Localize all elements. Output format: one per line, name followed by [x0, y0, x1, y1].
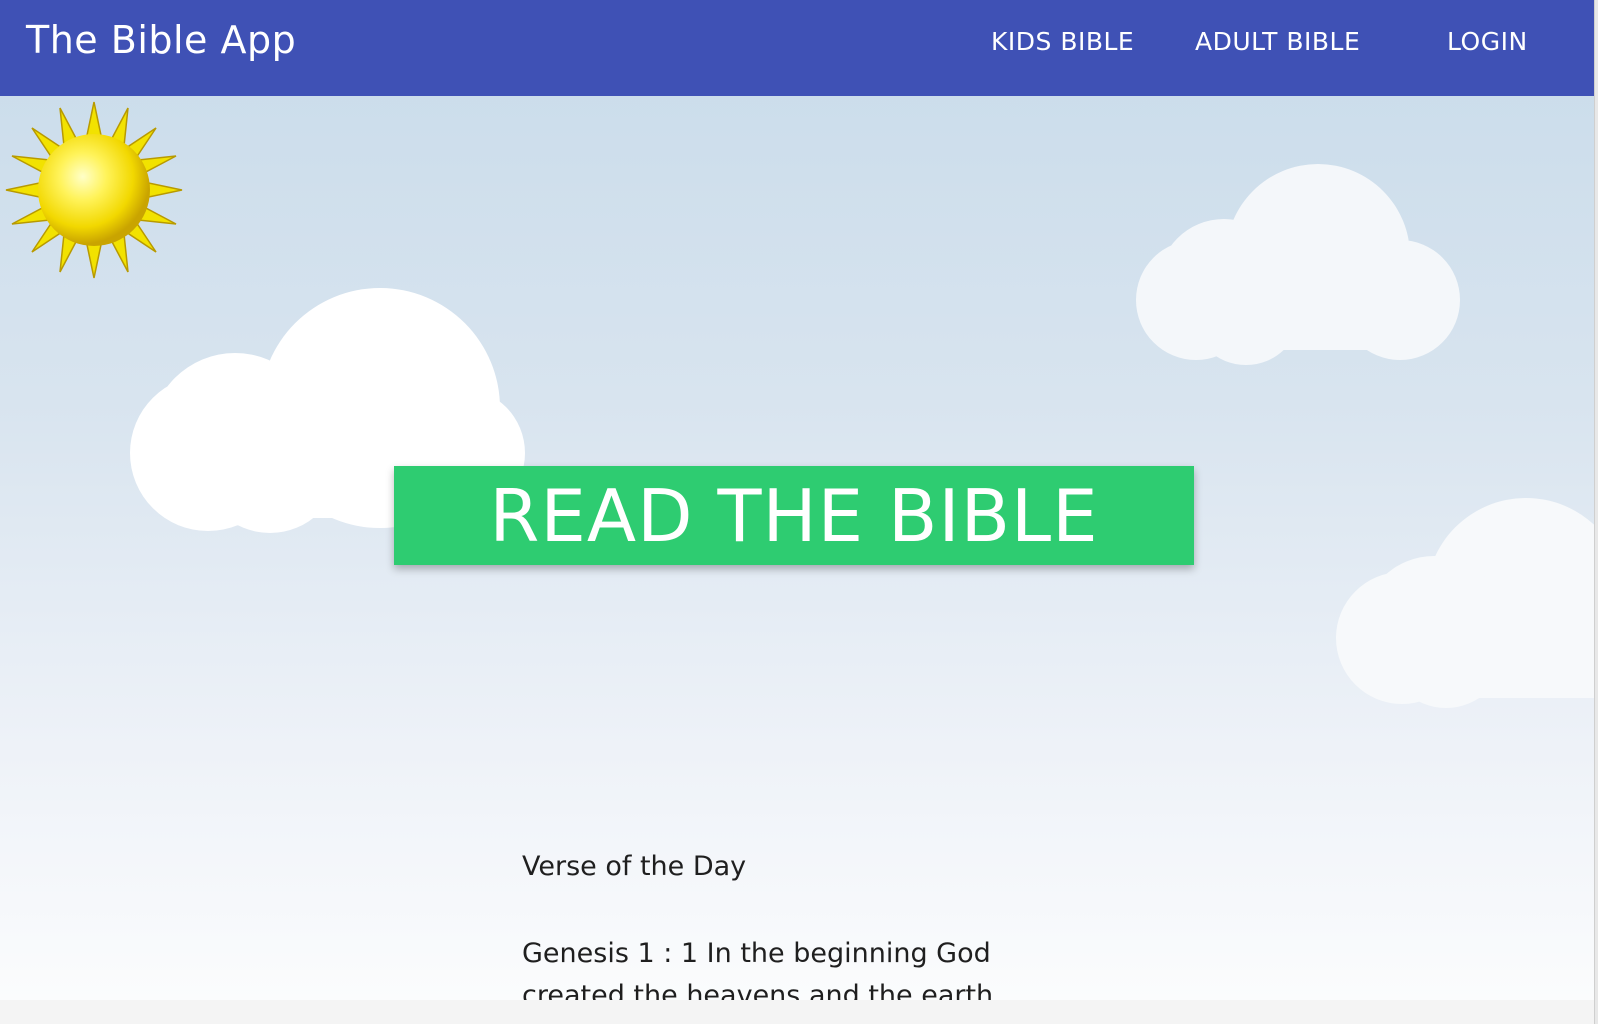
nav-adult-bible-link[interactable]: ADULT BIBLE	[1195, 27, 1360, 56]
sun-icon	[5, 101, 183, 279]
verse-of-the-day-title: Verse of the Day	[522, 851, 747, 882]
brand-logo-text[interactable]: The Bible App	[26, 18, 296, 62]
read-the-bible-button[interactable]: READ THE BIBLE	[394, 466, 1194, 565]
verse-of-the-day-text: Genesis 1 : 1 In the beginning God creat…	[522, 938, 1002, 1000]
top-navbar: The Bible App KIDS BIBLE ADULT BIBLE LOG…	[0, 0, 1594, 96]
cloud-icon	[1336, 498, 1594, 708]
nav-login-link[interactable]: LOGIN	[1447, 27, 1528, 56]
nav-kids-bible-link[interactable]: KIDS BIBLE	[991, 27, 1134, 56]
window-bottom-edge	[0, 1000, 1594, 1024]
page-viewport: READ THE BIBLE Verse of the Day Genesis …	[0, 0, 1594, 1000]
window-scrollbar[interactable]	[1594, 0, 1598, 1024]
cloud-icon	[1136, 164, 1460, 365]
